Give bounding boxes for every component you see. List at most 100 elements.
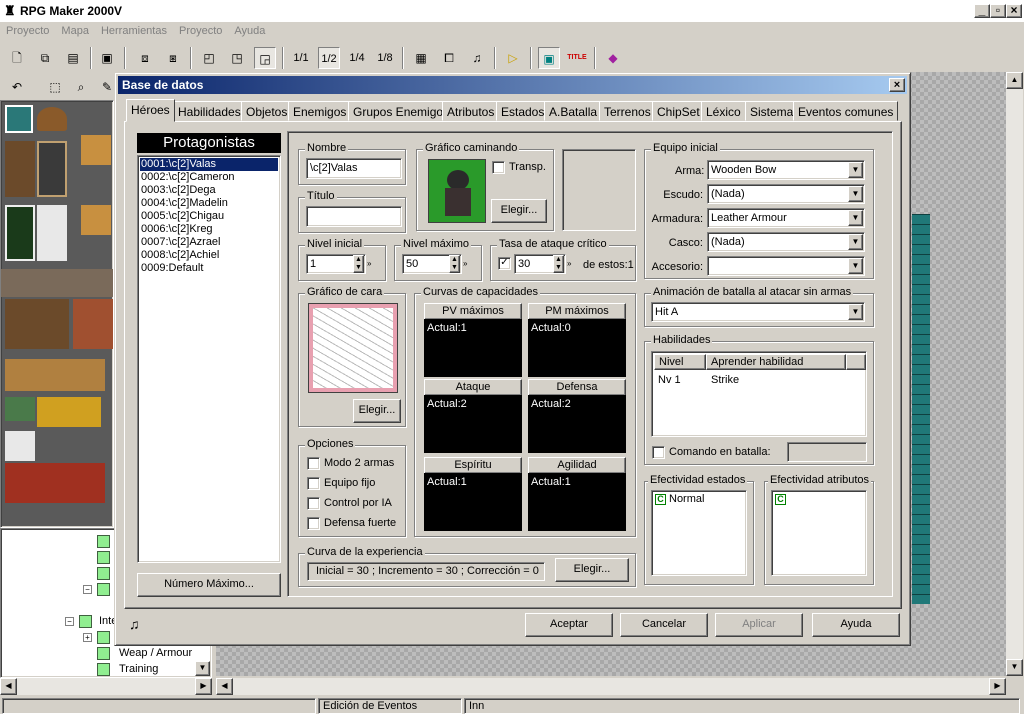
- scroll-left-icon[interactable]: ◀: [216, 678, 233, 695]
- palette-tile[interactable]: [5, 359, 105, 391]
- restore-button[interactable]: ▫: [990, 4, 1006, 18]
- skills-col-skill[interactable]: Aprender habilidad: [706, 354, 846, 370]
- face-image[interactable]: [308, 303, 398, 393]
- spin-icon[interactable]: ▲ ▼: [449, 255, 460, 273]
- palette-tile[interactable]: [1, 269, 113, 297]
- hero-list-item[interactable]: 0007:\c[2]Azrael: [141, 236, 221, 248]
- palette-tile[interactable]: [37, 107, 67, 131]
- chipset-palette[interactable]: [0, 100, 114, 528]
- music-icon[interactable]: ♫: [466, 47, 488, 69]
- walk-sprite[interactable]: [428, 159, 486, 223]
- help-button[interactable]: Ayuda: [812, 613, 900, 637]
- apply-button[interactable]: Aplicar: [715, 613, 803, 637]
- palette-tile[interactable]: [37, 141, 67, 197]
- zoom-icon[interactable]: ⌕: [70, 76, 92, 98]
- zoom-1-2-button[interactable]: 1/2: [318, 47, 340, 69]
- hero-list-item[interactable]: 0004:\c[2]Madelin: [141, 197, 228, 209]
- max-number-button[interactable]: Número Máximo...: [137, 573, 281, 597]
- hero-list[interactable]: 0001:\c[2]Valas 0002:\c[2]Cameron 0003:\…: [137, 155, 281, 563]
- crit-checkbox[interactable]: ✓: [498, 257, 511, 270]
- scroll-left-icon[interactable]: ◀: [0, 678, 17, 695]
- save-icon[interactable]: ▣: [96, 47, 118, 69]
- skills-col-level[interactable]: Nivel: [654, 354, 706, 370]
- close-app-button[interactable]: ×: [1006, 4, 1022, 18]
- close-project-icon[interactable]: ▤: [62, 47, 84, 69]
- menu-herramientas[interactable]: Herramientas: [95, 22, 173, 40]
- zoom-1-1-button[interactable]: 1/1: [290, 47, 312, 69]
- tree-item-training[interactable]: Training: [119, 663, 158, 675]
- equip-helmet-select[interactable]: (Nada) ▼: [707, 232, 865, 252]
- skills-table[interactable]: Nivel Aprender habilidad Nv 1 Strike: [651, 351, 867, 437]
- exp-choose-button[interactable]: Elegir...: [555, 558, 629, 582]
- transp-checkbox[interactable]: [492, 161, 505, 174]
- title-input[interactable]: [306, 206, 402, 227]
- tab-atributos[interactable]: Atributos: [442, 101, 500, 121]
- curve-hp[interactable]: Actual:1: [424, 319, 522, 377]
- collapse-icon[interactable]: −: [65, 617, 74, 626]
- hero-list-item[interactable]: 0008:\c[2]Achiel: [141, 249, 219, 261]
- tree-scroll-down[interactable]: ▼: [195, 661, 210, 676]
- tab-eventos-comunes[interactable]: Eventos comunes: [793, 101, 899, 121]
- menu-mapa[interactable]: Mapa: [55, 22, 95, 40]
- zoom-1-4-button[interactable]: 1/4: [346, 47, 368, 69]
- cancel-button[interactable]: Cancelar: [620, 613, 708, 637]
- option-fixed-equip-checkbox[interactable]: [307, 477, 320, 490]
- menu-proyecto[interactable]: Proyecto: [0, 22, 55, 40]
- new-project-icon[interactable]: 🗋: [6, 47, 28, 69]
- palette-tile[interactable]: [5, 105, 33, 133]
- tree-item-weap-armour[interactable]: Weap / Armour: [119, 647, 192, 659]
- menu-proyecto-2[interactable]: Proyecto: [173, 22, 228, 40]
- option-ai-checkbox[interactable]: [307, 497, 320, 510]
- spin-extra-icon[interactable]: »: [367, 259, 371, 268]
- spin-extra-icon[interactable]: »: [463, 259, 467, 268]
- help-book-icon[interactable]: ◆: [602, 47, 624, 69]
- tab-enemigos[interactable]: Enemigos: [288, 101, 352, 121]
- play-test-icon[interactable]: ▷: [502, 47, 524, 69]
- palette-tile[interactable]: [81, 205, 111, 235]
- fill-tool-icon[interactable]: ◲: [254, 47, 276, 69]
- curve-spi[interactable]: Actual:1: [424, 473, 522, 531]
- spin-icon[interactable]: ▲ ▼: [353, 255, 364, 273]
- spin-icon[interactable]: ▲ ▼: [553, 255, 564, 273]
- skill-row-name[interactable]: Strike: [711, 374, 739, 386]
- resource-icon[interactable]: ⧠: [438, 47, 460, 69]
- rect-tool-icon[interactable]: ◳: [226, 47, 248, 69]
- skill-row-level[interactable]: Nv 1: [658, 374, 681, 386]
- select-icon[interactable]: ⬚: [44, 76, 66, 98]
- tab-objetos[interactable]: Objetos: [241, 101, 293, 121]
- tab-grupos-enemigos[interactable]: Grupos Enemigos: [348, 101, 455, 121]
- tab-habilidades[interactable]: Habilidades: [173, 101, 246, 121]
- equip-accessory-select[interactable]: ▼: [707, 256, 865, 276]
- minimize-button[interactable]: _: [974, 4, 990, 18]
- palette-tile[interactable]: [81, 135, 111, 165]
- attr-effect-list[interactable]: C: [771, 490, 867, 576]
- curve-agi[interactable]: Actual:1: [528, 473, 626, 531]
- hero-list-item[interactable]: 0005:\c[2]Chigau: [141, 210, 224, 222]
- dialog-close-button[interactable]: ×: [889, 78, 905, 92]
- menu-ayuda[interactable]: Ayuda: [228, 22, 271, 40]
- fullscreen-icon[interactable]: ▣: [538, 47, 560, 69]
- palette-tile[interactable]: [37, 205, 67, 261]
- tab-chipset[interactable]: ChipSet: [652, 101, 705, 121]
- battle-command-checkbox[interactable]: [652, 446, 665, 459]
- palette-tile[interactable]: [5, 431, 35, 461]
- tab-lexico[interactable]: Léxico: [701, 101, 746, 121]
- equip-armor-select[interactable]: Leather Armour ▼: [707, 208, 865, 228]
- palette-tile[interactable]: [73, 299, 113, 349]
- tab-terrenos[interactable]: Terrenos: [599, 101, 656, 121]
- hero-list-item-selected[interactable]: 0001:\c[2]Valas: [140, 158, 278, 171]
- option-strong-defense-checkbox[interactable]: [307, 517, 320, 530]
- map-vscroll[interactable]: ▲ ▼: [1006, 72, 1023, 676]
- music-note-icon[interactable]: ♫: [129, 616, 140, 632]
- scroll-right-icon[interactable]: ▶: [195, 678, 212, 695]
- curve-atk[interactable]: Actual:2: [424, 395, 522, 453]
- spin-extra-icon[interactable]: »: [567, 259, 571, 268]
- open-project-icon[interactable]: ⧉: [34, 47, 56, 69]
- palette-tile[interactable]: [5, 205, 35, 261]
- title-screen-icon[interactable]: TITLE: [566, 47, 588, 69]
- scroll-down-icon[interactable]: ▼: [1006, 659, 1023, 676]
- map-hscroll[interactable]: ◀ ▶: [216, 678, 1006, 695]
- palette-tile[interactable]: [5, 463, 105, 503]
- equip-weapon-select[interactable]: Wooden Bow ▼: [707, 160, 865, 180]
- name-input[interactable]: \c[2]Valas: [306, 158, 402, 179]
